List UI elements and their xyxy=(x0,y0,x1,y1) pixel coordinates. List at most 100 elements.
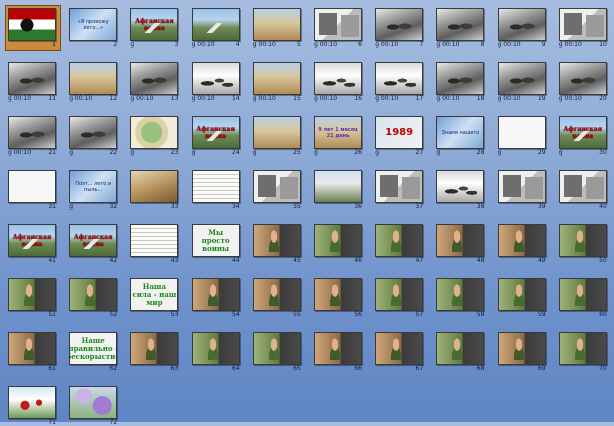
slide-preview-image xyxy=(497,62,546,95)
slide-thumbnail[interactable]: g 25 xyxy=(252,116,301,156)
slide-number: 63 xyxy=(170,365,179,372)
slide-thumbnail[interactable]: g 00:10 6 xyxy=(314,8,362,48)
slide-preview-image xyxy=(436,170,485,203)
slide-thumbnail[interactable]: 61 xyxy=(8,332,56,372)
slide-preview-image xyxy=(497,8,546,41)
slide-thumbnail[interactable]: 52 xyxy=(69,278,118,318)
slide-thumbnail[interactable]: g 00:10 5 xyxy=(252,8,301,48)
slide-thumbnail[interactable]: 46 xyxy=(314,224,362,264)
slide-thumbnail[interactable]: g 00:10 21 xyxy=(8,116,56,156)
slide-thumbnail[interactable]: 59 xyxy=(497,278,546,318)
slide-thumbnail[interactable]: 38 xyxy=(436,170,485,210)
slide-thumbnail[interactable]: 49 xyxy=(497,224,546,264)
slide-thumbnail[interactable]: 55 xyxy=(252,278,301,318)
slide-number: 69 xyxy=(537,365,546,372)
slide-thumbnail[interactable]: g 23 xyxy=(130,116,179,156)
slide-preview-image xyxy=(252,332,301,365)
slide-preview-image xyxy=(130,116,179,149)
slide-preview-image xyxy=(130,224,179,257)
slide-thumbnail[interactable]: 1989 g 27 xyxy=(375,116,424,156)
slide-number: 41 xyxy=(48,257,56,264)
slide-thumbnail[interactable]: 31 xyxy=(8,170,56,210)
slide-thumbnail[interactable]: g 00:10 15 xyxy=(252,62,301,102)
slide-number: 48 xyxy=(476,257,485,264)
slide-thumbnail[interactable]: g 00:10 12 xyxy=(69,62,118,102)
slide-thumbnail[interactable]: 36 xyxy=(314,170,362,210)
slide-preview-image xyxy=(8,278,56,311)
slide-preview-image xyxy=(8,62,56,95)
slide-preview-image xyxy=(558,8,607,41)
slide-thumbnail[interactable]: 34 xyxy=(191,170,240,210)
slide-thumbnail[interactable]: g 00:10 8 xyxy=(436,8,485,48)
slide-thumbnail[interactable]: 57 xyxy=(375,278,424,318)
slide-thumbnail[interactable]: 47 xyxy=(375,224,424,264)
slide-thumbnail[interactable]: 39 xyxy=(497,170,546,210)
slide-number: 42 xyxy=(109,257,118,264)
slide-thumbnail[interactable]: Поэт... лето и пыль... g 32 xyxy=(69,170,118,210)
slide-preview-image xyxy=(375,224,424,257)
slide-number: 66 xyxy=(354,365,362,372)
slide-thumbnail[interactable]: 63 xyxy=(130,332,179,372)
slide-thumbnail[interactable]: g 00:10 14 xyxy=(191,62,240,102)
slide-thumbnail[interactable]: g 22 xyxy=(69,116,118,156)
slide-thumbnail[interactable]: 67 xyxy=(375,332,424,372)
slide-number: 58 xyxy=(476,311,485,318)
slide-title-text: 9 лет 1 месяц 21 день xyxy=(318,126,358,139)
slide-thumbnail[interactable]: 1 xyxy=(5,5,61,51)
slide-transition-timing: g 00:10 xyxy=(375,95,399,102)
slide-preview-image xyxy=(191,332,240,365)
slide-thumbnail[interactable]: 58 xyxy=(436,278,485,318)
slide-thumbnail[interactable]: 33 xyxy=(130,170,179,210)
slide-thumbnail[interactable]: 66 xyxy=(314,332,362,372)
slide-number: 53 xyxy=(170,311,179,318)
slide-thumbnail[interactable]: g 00:10 4 xyxy=(191,8,240,48)
slide-transition-timing: g xyxy=(130,149,135,156)
slide-thumbnail[interactable]: 64 xyxy=(191,332,240,372)
slide-thumbnail[interactable]: 68 xyxy=(436,332,485,372)
slide-thumbnail[interactable]: 37 xyxy=(375,170,424,210)
slide-title-text: «Я провожу лето...» xyxy=(77,18,109,31)
slide-thumbnail[interactable]: g 00:10 13 xyxy=(130,62,179,102)
slide-thumbnail[interactable]: 54 xyxy=(191,278,240,318)
slide-title-text: Поэт... лето и пыль... xyxy=(75,180,112,193)
slide-thumbnail[interactable]: 72 xyxy=(69,386,118,426)
slide-thumbnail[interactable]: Афганская война g 24 xyxy=(191,116,240,156)
slide-thumbnail[interactable]: 48 xyxy=(436,224,485,264)
slide-thumbnail[interactable]: 56 xyxy=(314,278,362,318)
slide-thumbnail[interactable]: g 00:10 7 xyxy=(375,8,424,48)
slide-thumbnail[interactable]: 50 xyxy=(558,224,607,264)
slide-thumbnail[interactable]: 51 xyxy=(8,278,56,318)
slide-thumbnail[interactable]: g 00:10 20 xyxy=(558,62,607,102)
slide-thumbnail[interactable]: 69 xyxy=(497,332,546,372)
slide-transition-timing: g 00:10 xyxy=(375,41,399,48)
slide-thumbnail[interactable]: «Я провожу лето...» 2 xyxy=(69,8,118,48)
slide-thumbnail[interactable]: g 00:10 19 xyxy=(497,62,546,102)
slide-preview-image xyxy=(558,332,607,365)
slide-thumbnail[interactable]: Афганская война g 3 xyxy=(130,8,179,48)
slide-thumbnail[interactable]: Мы просто воины 44 xyxy=(191,224,240,264)
slide-thumbnail[interactable]: Наша сила - наш мир 53 xyxy=(130,278,179,318)
slide-thumbnail[interactable]: Афганская война 42 xyxy=(69,224,118,264)
slide-thumbnail[interactable]: 35 xyxy=(252,170,301,210)
slide-thumbnail[interactable]: g 00:10 18 xyxy=(436,62,485,102)
slide-thumbnail[interactable]: 45 xyxy=(252,224,301,264)
slide-thumbnail[interactable]: g 00:10 17 xyxy=(375,62,424,102)
slide-thumbnail[interactable]: g 00:10 9 xyxy=(497,8,546,48)
slide-thumbnail[interactable]: g 29 xyxy=(497,116,546,156)
slide-thumbnail[interactable]: g 00:10 10 xyxy=(558,8,607,48)
slide-thumbnail[interactable]: 9 лет 1 месяц 21 день g 26 xyxy=(314,116,362,156)
slide-thumbnail[interactable]: 71 xyxy=(8,386,56,426)
slide-transition-timing: g 00:10 xyxy=(497,95,521,102)
slide-number: 38 xyxy=(476,203,485,210)
slide-thumbnail[interactable]: Афганская война g 30 xyxy=(558,116,607,156)
slide-thumbnail[interactable]: Наше правильно - бескорыстие 62 xyxy=(69,332,118,372)
slide-thumbnail[interactable]: 40 xyxy=(558,170,607,210)
slide-thumbnail[interactable]: 65 xyxy=(252,332,301,372)
slide-thumbnail[interactable]: Знамя нашего g 28 xyxy=(436,116,485,156)
slide-thumbnail[interactable]: Афганская война 41 xyxy=(8,224,56,264)
slide-thumbnail[interactable]: g 00:10 16 xyxy=(314,62,362,102)
slide-thumbnail[interactable]: 70 xyxy=(558,332,607,372)
slide-thumbnail[interactable]: 60 xyxy=(558,278,607,318)
slide-thumbnail[interactable]: 43 xyxy=(130,224,179,264)
slide-thumbnail[interactable]: g 00:10 11 xyxy=(8,62,56,102)
